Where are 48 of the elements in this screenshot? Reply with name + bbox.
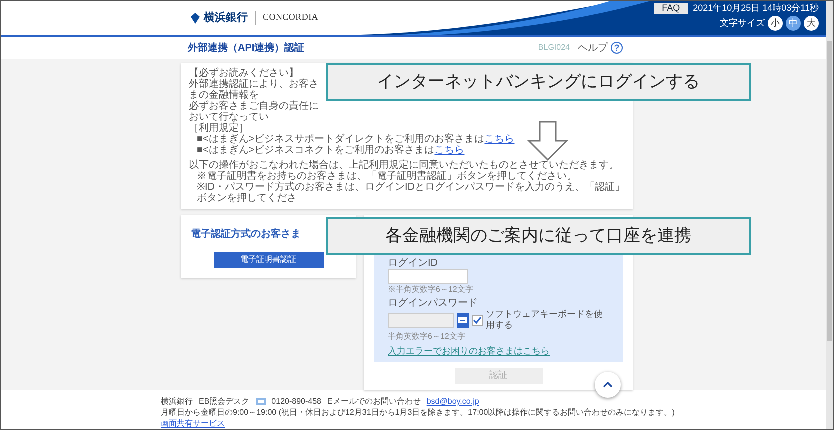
bank-name: 横浜銀行 [161,396,193,407]
desk-name: EB照会デスク [199,396,250,407]
consent-text: 以下の操作がおこなわれた場合は、上記利用規定に同意いただいたものとさせていただきます。 [189,160,620,171]
phone-icon [256,398,266,405]
callout-box: インターネットバンキングにログインする [326,63,751,101]
hours-text: 月曜日から金曜日の9:00～19:00 (祝日・休日および12月31日から1月3日を除きます。17:00以降は操作に関するお問い合わせのみになります。) [161,407,675,418]
field-hint: ※半角英数字6～12文字 [388,284,474,295]
terms-link[interactable]: こちら [434,145,465,156]
card-title: 電子認証方式のお客さま [191,227,302,242]
screen-id: BLGI024 [538,42,570,54]
help-icon: ? [611,42,623,54]
bank-name: 横浜銀行 [204,10,248,26]
field-hint: 半角英数字6～12文字 [388,331,466,342]
checkbox-label: ソフトウェアキーボードを使用する [486,309,604,331]
notice-text: 外部連携認証により、お客さまの金融情報を [189,79,320,101]
field-label: ログインID [388,258,438,269]
notice-text: 必ずお客さまご自身の責任において行なってい [189,101,320,123]
screen-share-link[interactable]: 画面共有サービス [161,418,225,429]
scrollbar[interactable] [826,1,833,429]
page-title: 外部連携（API連携）認証 [188,42,305,56]
email-label: Eメールでのお問い合わせ [328,396,421,407]
keyboard-checkbox[interactable] [472,314,483,326]
down-arrow-icon [527,121,569,161]
password-field[interactable] [388,312,454,328]
scroll-top-button[interactable] [595,372,621,398]
group-name: CONCORDIA [263,11,319,24]
help-link[interactable]: ヘルプ ? [578,40,623,56]
font-size-label: 文字サイズ [720,16,765,30]
help-link[interactable]: 入力エラーでお困りのお客さまはこちら [388,346,550,357]
field-label: ログインパスワード [388,298,478,309]
bank-logo-icon [191,12,200,24]
keyboard-button[interactable] [457,312,469,328]
email-link[interactable]: bsd@boy.co.jp [426,396,480,407]
callout-box: 各金融機関のご案内に従って口座を連携 [326,217,751,255]
chevron-up-icon [603,382,613,388]
instruction-text: ※電子証明書をお持ちのお客さまは、「電子証明書認証」ボタンを押してください。 [196,171,578,182]
phone-number: 0120-890-458 [272,396,322,407]
certificate-auth-button[interactable]: 電子証明書認証 [214,252,324,268]
keyboard-icon [458,317,468,323]
instruction-text: ※ID・パスワード方式のお客さまは、ログインIDとログインパスワードを入力のうえ、「認証」ボタンを押してくださ [196,182,625,204]
terms-heading: ［利用規定］ [189,123,249,134]
login-id-field[interactable] [388,269,468,284]
terms-text: ■<はまぎん>ビジネスサポートダイレクトをご利用のお客さまはこちら [196,134,515,145]
terms-link[interactable]: こちら [484,134,515,145]
faq-button[interactable]: FAQ [654,3,688,14]
terms-text: ■<はまぎん>ビジネスコネクトをご利用のお客さまはこちら [196,145,465,156]
notice-heading: 【必ずお読みください】 [189,68,299,79]
datetime: 2021年10月25日 14時03分11秒 [693,3,819,14]
